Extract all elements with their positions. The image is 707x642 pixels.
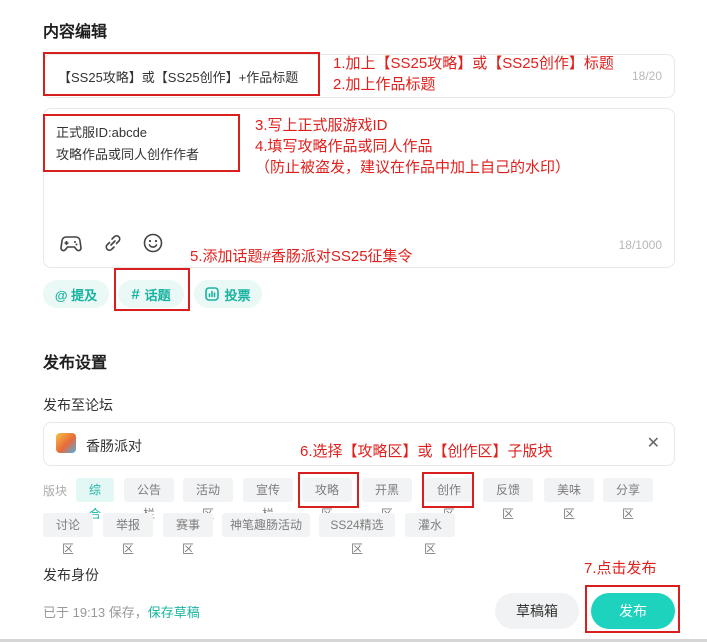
board-tag-report[interactable]: 举报区	[103, 513, 153, 556]
board-tag-tournament[interactable]: 赛事区	[163, 513, 213, 556]
body-char-counter: 18/1000	[618, 238, 662, 252]
highlight-publish-box	[585, 585, 680, 633]
board-tag-promo[interactable]: 宣传栏	[243, 478, 293, 521]
gamepad-icon[interactable]	[60, 233, 82, 253]
annotation-1: 1.加上【SS25攻略】或【SS25创作】标题	[333, 55, 614, 72]
board-label: 版块	[43, 484, 68, 498]
highlight-body-box	[43, 114, 240, 172]
forum-name: 香肠派对	[86, 438, 142, 454]
vote-chip-label: 投票	[224, 287, 251, 303]
annotation-4: 4.填写攻略作品或同人作品	[255, 138, 433, 155]
annotation-6: 6.选择【攻略区】或【创作区】子版块	[300, 443, 553, 460]
annotation-5: 5.添加话题#香肠派对SS25征集令	[190, 248, 413, 265]
publish-section-title: 发布设置	[43, 355, 108, 372]
highlight-guide-box	[298, 472, 359, 508]
board-tag-notice[interactable]: 公告栏	[124, 478, 174, 521]
highlight-creation-box	[422, 472, 474, 508]
poll-icon	[205, 287, 220, 301]
clear-forum-icon[interactable]: ✕	[647, 433, 660, 453]
emoji-icon[interactable]	[142, 232, 164, 254]
save-draft-link[interactable]: 保存草稿	[148, 605, 200, 620]
board-tag-events[interactable]: 活动区	[183, 478, 233, 521]
annotation-7: 7.点击发布	[584, 560, 657, 577]
forum-avatar	[56, 433, 76, 453]
saved-text: 已于 19:13 保存，	[43, 605, 148, 620]
forum-label: 发布至论坛	[43, 397, 113, 413]
mention-chip[interactable]: @ 提及	[43, 280, 109, 308]
board-tag-share[interactable]: 分享区	[603, 478, 653, 521]
draft-box-button[interactable]: 草稿箱	[495, 593, 579, 629]
save-status: 已于 19:13 保存，保存草稿	[43, 602, 200, 621]
board-tag-drawing-event[interactable]: 神笔趣肠活动	[222, 513, 310, 537]
board-tag-comprehensive[interactable]: 综合	[76, 478, 114, 521]
annotation-2: 2.加上作品标题	[333, 76, 436, 93]
identity-label: 发布身份	[43, 567, 99, 583]
highlight-topic-box	[114, 268, 190, 311]
annotation-4b: （防止被盗发，建议在作品中加上自己的水印）	[255, 159, 571, 176]
vote-chip[interactable]: 投票	[194, 280, 262, 308]
title-char-counter: 18/20	[631, 69, 662, 83]
highlight-title-box	[43, 52, 320, 96]
board-tag-discussion[interactable]: 讨论区	[43, 513, 93, 556]
board-tag-squad[interactable]: 开黑区	[362, 478, 412, 521]
board-tag-feedback[interactable]: 反馈区	[483, 478, 533, 521]
annotation-3: 3.写上正式服游戏ID	[255, 117, 388, 134]
board-tag-ss24-featured[interactable]: SS24精选区	[319, 513, 395, 556]
board-tag-water[interactable]: 灌水区	[405, 513, 455, 556]
content-section-title: 内容编辑	[43, 24, 108, 41]
board-tag-food[interactable]: 美味区	[544, 478, 594, 521]
mention-chip-label: @ 提及	[54, 287, 98, 303]
link-icon[interactable]	[102, 232, 124, 254]
